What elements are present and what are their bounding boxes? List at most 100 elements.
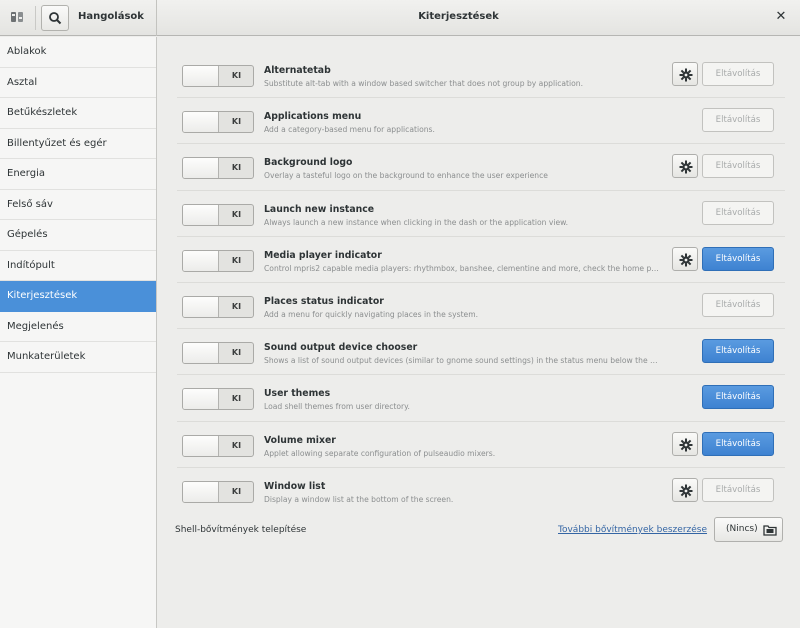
remove-button[interactable]: Eltávolítás [702, 246, 774, 271]
install-row: Shell-bővítmények telepítése További bőv… [175, 515, 785, 545]
extension-settings-button[interactable] [672, 246, 698, 271]
remove-button[interactable]: Eltávolítás [702, 108, 774, 133]
extension-settings-button[interactable] [672, 154, 698, 179]
extension-row: KI Volume mixer Applet allowing separate c… [177, 422, 785, 468]
toggle-state-label: KI [231, 301, 242, 311]
sidebar-item[interactable]: Ablakok [0, 37, 156, 68]
extension-toggle[interactable]: KI [182, 157, 254, 180]
file-chooser-label: (Nincs) [726, 524, 758, 534]
toggle-knob [183, 435, 219, 456]
toggle-knob [183, 158, 219, 179]
remove-button[interactable]: Eltávolítás [702, 292, 774, 317]
toggle-state-label: KI [231, 255, 242, 265]
extension-name: User themes [264, 388, 331, 400]
more-extensions-link[interactable]: További bővítmények beszerzése [558, 525, 707, 535]
sidebar-item[interactable]: Gépelés [0, 220, 156, 251]
page-title: Kiterjesztések [418, 11, 499, 22]
sidebar-item[interactable]: Betűkészletek [0, 98, 156, 129]
remove-button[interactable]: Eltávolítás [702, 339, 774, 364]
folder-open-icon [763, 525, 777, 536]
extension-row: KI Sound output device chooser Shows a lis… [177, 329, 785, 376]
extension-toggle[interactable]: KI [182, 249, 254, 272]
toggle-knob [183, 296, 219, 317]
extension-toggle[interactable]: KI [182, 480, 254, 503]
toggle-knob [183, 66, 219, 86]
remove-button[interactable]: Eltávolítás [702, 62, 774, 86]
sidebar-item[interactable]: Munkaterületek [0, 342, 156, 373]
remove-button[interactable]: Eltávolítás [702, 431, 774, 456]
extension-description: Overlay a tasteful logo on the backgroun… [264, 171, 548, 181]
extension-description: Control mpris2 capable media players: rh… [264, 263, 662, 273]
extension-settings-button[interactable] [672, 431, 698, 456]
extension-toggle[interactable]: KI [182, 295, 254, 318]
extension-name: Volume mixer [264, 434, 336, 446]
install-label: Shell-bővítmények telepítése [175, 525, 307, 535]
toggle-knob [183, 343, 219, 364]
toggle-knob [183, 204, 219, 225]
gear-icon [679, 253, 693, 267]
toggle-state-label: KI [231, 348, 242, 358]
toggle-state-label: KI [231, 71, 242, 80]
gear-icon [679, 68, 693, 82]
toggle-state-label: KI [231, 163, 242, 173]
toggle-knob [183, 389, 219, 410]
search-button[interactable] [41, 5, 69, 31]
app-title: Hangolások [78, 11, 144, 22]
extension-settings-button[interactable] [672, 477, 698, 502]
sidebar-item[interactable]: Megjelenés [0, 312, 156, 342]
gear-icon [679, 160, 693, 174]
toggle-knob [183, 481, 219, 502]
header-bar: Hangolások Kiterjesztések ✕ [0, 0, 800, 36]
sidebar: Ablakok Asztal Betűkészletek Billentyűzet é… [0, 37, 157, 628]
extension-description: Display a window list at the bottom of t… [264, 494, 454, 504]
extension-settings-button[interactable] [672, 62, 698, 86]
search-icon [49, 12, 62, 25]
extension-toggle[interactable]: KI [182, 111, 254, 134]
extension-name: Alternatetab [264, 65, 331, 76]
toggle-knob [183, 250, 219, 271]
extensions-list: KI Alternatetab Substitute alt-tab with a … [177, 52, 785, 514]
extension-toggle[interactable]: KI [182, 434, 254, 457]
remove-button[interactable]: Eltávolítás [702, 154, 774, 179]
extension-toggle[interactable]: KI [182, 342, 254, 365]
extension-row: KI Media player indicator Control mpris2 c… [177, 237, 785, 283]
remove-button[interactable]: Eltávolítás [702, 200, 774, 225]
remove-button[interactable]: Eltávolítás [702, 477, 774, 502]
sidebar-item[interactable]: Asztal [0, 68, 156, 98]
extension-row: KI Launch new instance Always launch a new… [177, 191, 785, 237]
extension-row: KI Alternatetab Substitute alt-tab with a … [177, 52, 785, 99]
extension-description: Load shell themes from user directory. [264, 402, 410, 412]
file-chooser-button[interactable]: (Nincs) [714, 517, 783, 542]
sidebar-item[interactable]: Kiterjesztések [0, 281, 156, 312]
extension-description: Shows a list of sound output devices (si… [264, 356, 662, 366]
gear-icon [679, 484, 693, 498]
toggle-state-label: KI [231, 209, 242, 219]
toggle-state-label: KI [231, 440, 242, 450]
extension-toggle[interactable]: KI [182, 65, 254, 87]
sidebar-item[interactable]: Indítópult [0, 251, 156, 281]
extension-description: Add a menu for quickly navigating places… [264, 309, 479, 319]
sidebar-item[interactable]: Energia [0, 159, 156, 190]
extension-description: Substitute alt-tab with a window based s… [264, 79, 583, 88]
toggle-state-label: KI [231, 117, 242, 127]
sidebar-item[interactable]: Felső sáv [0, 190, 156, 220]
extension-description: Always launch a new instance when clicki… [264, 217, 569, 227]
extension-toggle[interactable]: KI [182, 203, 254, 226]
sidebar-item[interactable]: Billentyűzet és egér [0, 129, 156, 159]
extension-description: Applet allowing separate configuration o… [264, 448, 496, 458]
app-icon [8, 7, 28, 27]
toggle-knob [183, 112, 219, 133]
extension-row: KI User themes Load shell themes from user… [177, 375, 785, 422]
extension-name: Places status indicator [264, 295, 384, 307]
extension-toggle[interactable]: KI [182, 388, 254, 411]
extension-row: KI Applications menu Add a category-based … [177, 98, 785, 145]
remove-button[interactable]: Eltávolítás [702, 385, 774, 410]
extension-row: KI Window list Display a window list at th… [177, 468, 785, 514]
header-separator [35, 6, 36, 30]
close-icon[interactable]: ✕ [770, 6, 792, 28]
toggle-state-label: KI [231, 394, 242, 404]
toggle-state-label: KI [231, 486, 242, 496]
extension-row: KI Places status indicator Add a menu for … [177, 283, 785, 330]
gear-icon [679, 438, 693, 451]
extension-name: Sound output device chooser [264, 342, 418, 354]
